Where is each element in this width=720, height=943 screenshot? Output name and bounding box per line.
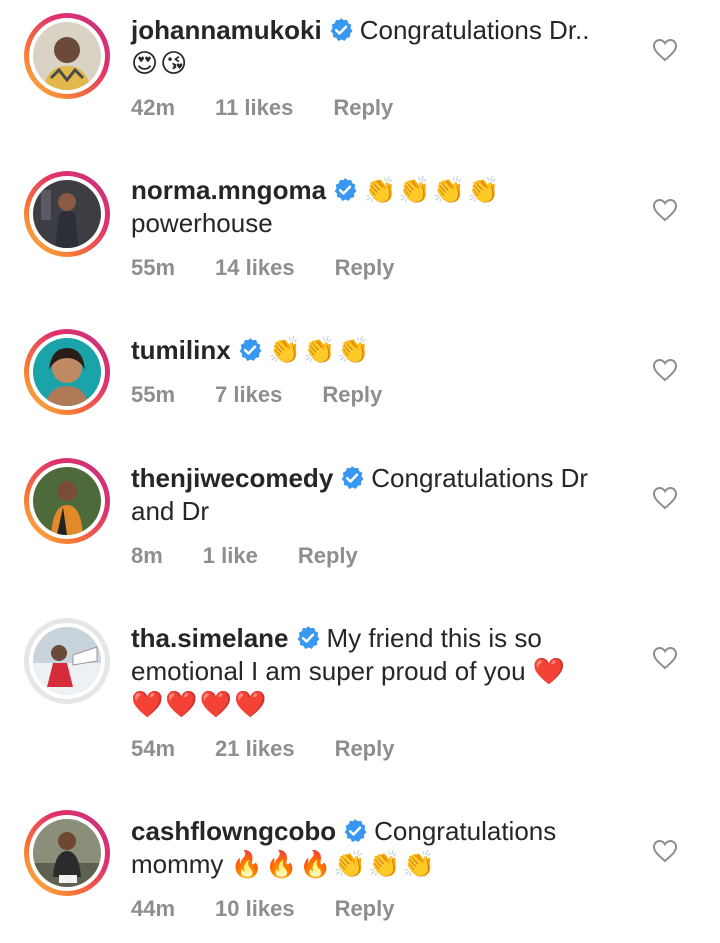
heart-outline-icon[interactable]: [652, 358, 678, 382]
comment-body: cashflowngcobo Congratulations mommy 🔥🔥🔥👏…: [131, 815, 631, 881]
verified-badge-icon: [344, 819, 367, 842]
username[interactable]: johannamukoki: [131, 15, 322, 45]
heart-outline-icon[interactable]: [652, 486, 678, 510]
comment-text: Congratulations Dr..: [359, 15, 590, 45]
avatar[interactable]: [24, 329, 110, 415]
avatar-image: [33, 467, 101, 535]
comment-body: norma.mngoma 👏👏👏👏 powerhouse: [131, 174, 631, 240]
emoji-text: 👏👏👏: [268, 335, 372, 365]
emoji-text: ❤️❤️❤️❤️: [131, 689, 269, 719]
verified-badge-icon: [334, 178, 357, 201]
heart-outline-icon[interactable]: [652, 198, 678, 222]
heart-outline-icon[interactable]: [652, 839, 678, 863]
comment-meta: 8m 1 like Reply: [131, 543, 398, 569]
like-count[interactable]: 21 likes: [215, 736, 295, 761]
heart-outline-icon[interactable]: [652, 646, 678, 670]
comment-meta: 55m 7 likes Reply: [131, 382, 422, 408]
avatar-image: [33, 22, 101, 90]
like-count[interactable]: 1 like: [203, 543, 258, 568]
timestamp: 8m: [131, 543, 163, 568]
comment-body: tumilinx 👏👏👏: [131, 334, 631, 367]
username[interactable]: norma.mngoma: [131, 175, 326, 205]
comment-meta: 55m 14 likes Reply: [131, 255, 434, 281]
reply-button[interactable]: Reply: [322, 382, 382, 407]
like-count[interactable]: 14 likes: [215, 255, 295, 280]
verified-badge-icon: [239, 338, 262, 361]
username[interactable]: thenjiwecomedy: [131, 463, 333, 493]
timestamp: 42m: [131, 95, 176, 120]
reply-button[interactable]: Reply: [335, 896, 395, 921]
timestamp: 55m: [131, 255, 176, 280]
timestamp: 55m: [131, 382, 176, 407]
username[interactable]: tha.simelane: [131, 623, 289, 653]
emoji-text: 🔥🔥🔥👏👏👏: [230, 849, 437, 879]
reply-button[interactable]: Reply: [335, 255, 395, 280]
avatar-image: [33, 180, 101, 248]
avatar[interactable]: [24, 810, 110, 896]
avatar[interactable]: [24, 618, 110, 704]
avatar-image: [33, 338, 101, 406]
comment-meta: 42m 11 likes Reply: [131, 95, 433, 121]
comment-body: tha.simelane My friend this is so emotion…: [131, 622, 631, 721]
reply-button[interactable]: Reply: [333, 95, 393, 120]
reply-button[interactable]: Reply: [298, 543, 358, 568]
like-count[interactable]: 10 likes: [215, 896, 295, 921]
avatar[interactable]: [24, 171, 110, 257]
comment-body: thenjiwecomedy Congratulations Dr and Dr: [131, 462, 631, 528]
username[interactable]: tumilinx: [131, 335, 231, 365]
comment-body: johannamukoki Congratulations Dr.. 😍😘: [131, 14, 631, 80]
comment-text: powerhouse: [131, 208, 273, 238]
like-count[interactable]: 11 likes: [215, 95, 293, 120]
verified-badge-icon: [341, 466, 364, 489]
verified-badge-icon: [297, 626, 319, 649]
avatar-image: [33, 819, 101, 887]
avatar[interactable]: [24, 458, 110, 544]
comment-meta: 54m 21 likes Reply: [131, 736, 434, 762]
heart-outline-icon[interactable]: [652, 38, 678, 62]
avatar-image: [33, 627, 101, 695]
like-count[interactable]: 7 likes: [215, 382, 282, 407]
emoji-text: 😍😘: [131, 48, 190, 78]
verified-badge-icon: [330, 18, 353, 41]
emoji-text: 👏👏👏👏: [364, 175, 502, 205]
timestamp: 44m: [131, 896, 176, 921]
reply-button[interactable]: Reply: [335, 736, 395, 761]
emoji-text: ❤️: [532, 656, 568, 686]
username[interactable]: cashflowngcobo: [131, 816, 336, 846]
avatar[interactable]: [24, 13, 110, 99]
timestamp: 54m: [131, 736, 176, 761]
comment-meta: 44m 10 likes Reply: [131, 896, 434, 922]
